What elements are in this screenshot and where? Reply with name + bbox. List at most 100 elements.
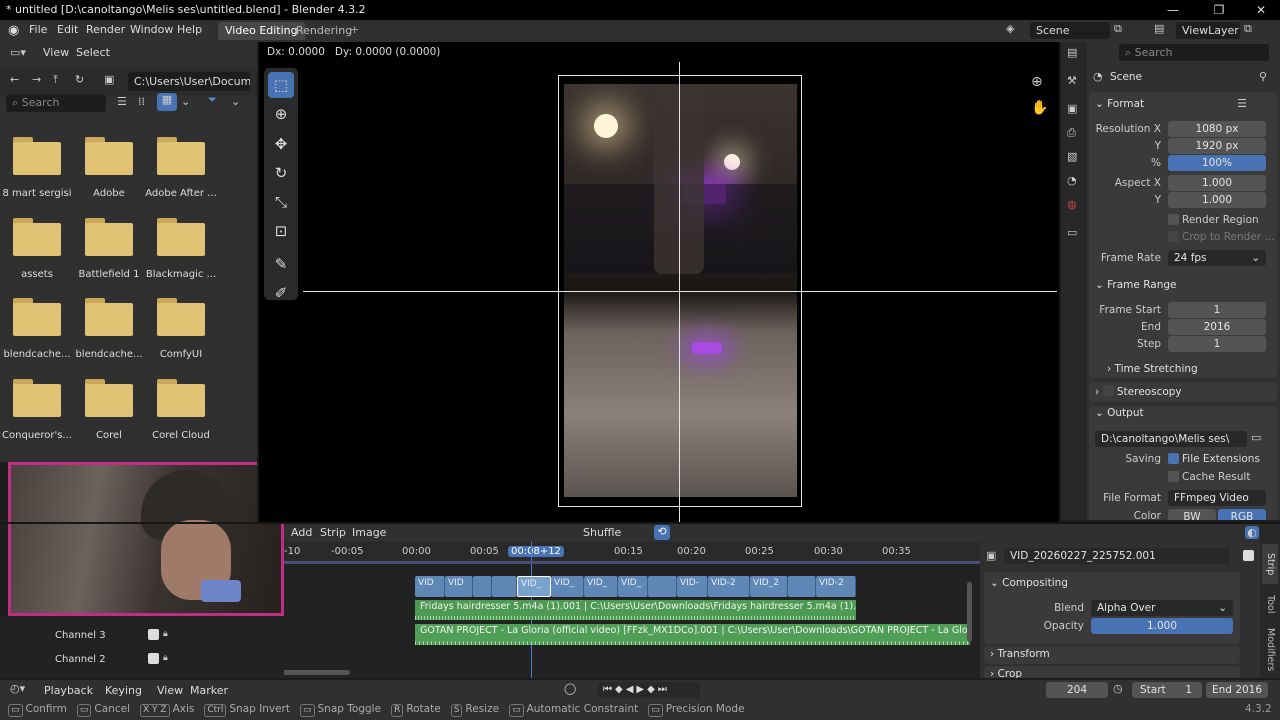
presets-icon[interactable]: ☰: [1237, 97, 1247, 110]
end-frame-field[interactable]: End 2016: [1206, 682, 1268, 698]
sidebar-tab-strip[interactable]: Strip: [1262, 544, 1278, 584]
file-format-dropdown[interactable]: FFmpeg Video: [1168, 490, 1266, 506]
prev-keyframe-icon[interactable]: ◆: [615, 684, 626, 695]
shuffle-dropdown[interactable]: Shuffle: [583, 526, 621, 539]
auto-keying-icon[interactable]: ◯: [564, 682, 576, 695]
display-dropdown-icon[interactable]: ⌄: [181, 95, 190, 108]
video-strip[interactable]: VID: [415, 576, 445, 597]
video-strip[interactable]: VID_: [551, 576, 584, 597]
seq-menu-strip[interactable]: Strip: [320, 526, 346, 539]
folder-item[interactable]: blendcache...: [1, 295, 73, 365]
preview-range-icon[interactable]: ◷: [1113, 682, 1123, 695]
format-header[interactable]: ⌄ Format: [1095, 98, 1144, 110]
crop-header[interactable]: › Crop: [990, 668, 1022, 678]
sidebar-tab-modifiers[interactable]: Modifiers: [1262, 624, 1278, 676]
thumbnails-icon[interactable]: ▦: [157, 93, 177, 111]
timeline-editor-icon[interactable]: ◴▾: [10, 682, 25, 695]
timeline-menu-keying[interactable]: Keying: [105, 684, 142, 697]
menu-edit[interactable]: Edit: [57, 23, 78, 36]
folder-item[interactable]: Adobe After ...: [145, 134, 217, 204]
fb-menu-view[interactable]: View: [43, 46, 69, 59]
timeline-menu-playback[interactable]: Playback: [44, 684, 93, 697]
channel-3-lock-icon[interactable]: 🔒︎: [163, 629, 168, 639]
opacity-field[interactable]: 1.000: [1091, 618, 1233, 634]
video-strip[interactable]: [648, 576, 677, 597]
maximize-button[interactable]: ❐: [1210, 2, 1228, 18]
overlay-icon[interactable]: ◐: [1245, 526, 1259, 539]
aspect-y-field[interactable]: 1.000: [1168, 192, 1266, 208]
output-tab-icon[interactable]: ⎙: [1067, 126, 1076, 140]
sample-tool-icon[interactable]: ✎: [268, 251, 294, 277]
folder-item[interactable]: 8 mart sergisi: [1, 134, 73, 204]
seq-menu-add[interactable]: Add: [291, 526, 312, 539]
fb-menu-select[interactable]: Select: [76, 46, 110, 59]
channel-2-lock-icon[interactable]: 🔒︎: [163, 653, 168, 663]
move-tool-icon[interactable]: ✥: [268, 131, 294, 157]
render-tab-icon[interactable]: ▣: [1067, 102, 1077, 115]
new-folder-icon[interactable]: ▣: [104, 73, 114, 86]
folder-item[interactable]: Corel: [73, 376, 145, 446]
world-tab-icon[interactable]: ◍: [1067, 198, 1077, 211]
folder-item[interactable]: Conqueror's...: [1, 376, 73, 446]
resolution-percent-field[interactable]: 100%: [1168, 155, 1266, 171]
menu-window[interactable]: Window: [130, 23, 173, 36]
properties-search-input[interactable]: ⌕ Search: [1119, 44, 1269, 61]
video-strip[interactable]: VID-2: [816, 576, 856, 597]
jump-end-icon[interactable]: ⏭: [658, 684, 670, 695]
view-layer-tab-icon[interactable]: ▧: [1067, 150, 1077, 163]
color-bw-button[interactable]: BW: [1168, 509, 1216, 520]
frame-step-field[interactable]: 1: [1168, 336, 1266, 352]
strip-enable-checkbox[interactable]: [1243, 550, 1254, 564]
timeline-menu-view[interactable]: View: [157, 684, 183, 697]
transform-tool-icon[interactable]: ⊡: [268, 218, 294, 244]
annotate-tool-icon[interactable]: ✐: [268, 280, 294, 306]
fb-search-input[interactable]: ⌕ Search: [6, 94, 106, 112]
scene-icon[interactable]: ◈: [1006, 22, 1014, 35]
pin-icon[interactable]: ⚲: [1259, 70, 1267, 83]
folder-browse-icon[interactable]: ▭: [1251, 431, 1261, 444]
snap-icon[interactable]: ⟲: [654, 525, 670, 540]
video-strip[interactable]: VID_: [584, 576, 618, 597]
scene-selector[interactable]: Scene: [1030, 22, 1110, 39]
filter-icon[interactable]: ⏷: [208, 93, 217, 107]
render-region-checkbox[interactable]: [1168, 214, 1179, 228]
aspect-x-field[interactable]: 1.000: [1168, 175, 1266, 191]
audio-strip-gotan[interactable]: GOTAN PROJECT - La Gloria (official vide…: [415, 624, 970, 642]
channel-3-mute-checkbox[interactable]: [148, 629, 159, 643]
folder-item[interactable]: Blackmagic ...: [145, 215, 217, 285]
close-button[interactable]: ✕: [1252, 2, 1270, 18]
sidebar-tab-tool[interactable]: Tool: [1262, 586, 1278, 622]
frame-range-header[interactable]: ⌄ Frame Range: [1095, 279, 1176, 291]
folder-item[interactable]: Adobe: [73, 134, 145, 204]
blend-dropdown[interactable]: Alpha Over ⌄: [1091, 600, 1233, 616]
crop-checkbox[interactable]: [1168, 231, 1179, 245]
menu-help[interactable]: Help: [177, 23, 202, 36]
back-arrow-icon[interactable]: ←: [10, 73, 19, 86]
folder-item[interactable]: blendcache...: [73, 295, 145, 365]
output-header[interactable]: ⌄ Output: [1095, 407, 1144, 419]
folder-item[interactable]: assets: [1, 215, 73, 285]
scale-tool-icon[interactable]: ⤡: [268, 189, 294, 215]
minimize-button[interactable]: —: [1164, 2, 1182, 18]
menu-render[interactable]: Render: [86, 23, 125, 36]
cache-result-checkbox[interactable]: [1168, 471, 1179, 485]
blender-logo-icon[interactable]: ◉: [8, 23, 19, 38]
video-strip[interactable]: VID: [445, 576, 473, 597]
video-strip[interactable]: [788, 576, 816, 597]
play-icon[interactable]: ▶: [636, 684, 647, 695]
resolution-x-field[interactable]: 1080 px: [1168, 121, 1266, 137]
zoom-icon[interactable]: ⊕: [1031, 74, 1043, 90]
seq-menu-image[interactable]: Image: [352, 526, 386, 539]
cursor-tool-icon[interactable]: ⊕: [268, 101, 294, 127]
forward-arrow-icon[interactable]: →: [32, 73, 41, 86]
add-workspace-button[interactable]: +: [350, 23, 359, 36]
video-strip[interactable]: [492, 576, 517, 597]
video-strip[interactable]: VID-2: [708, 576, 750, 597]
channel-2-mute-checkbox[interactable]: [148, 653, 159, 667]
new-view-layer-icon[interactable]: ⧉: [1244, 22, 1252, 36]
resolution-y-field[interactable]: 1920 px: [1168, 138, 1266, 154]
tool-settings-tab-icon[interactable]: ⚒: [1067, 74, 1077, 87]
frame-rate-dropdown[interactable]: 24 fps ⌄: [1168, 250, 1266, 266]
select-box-tool-icon[interactable]: ⬚: [268, 72, 294, 98]
folder-item[interactable]: Corel Cloud: [145, 376, 217, 446]
